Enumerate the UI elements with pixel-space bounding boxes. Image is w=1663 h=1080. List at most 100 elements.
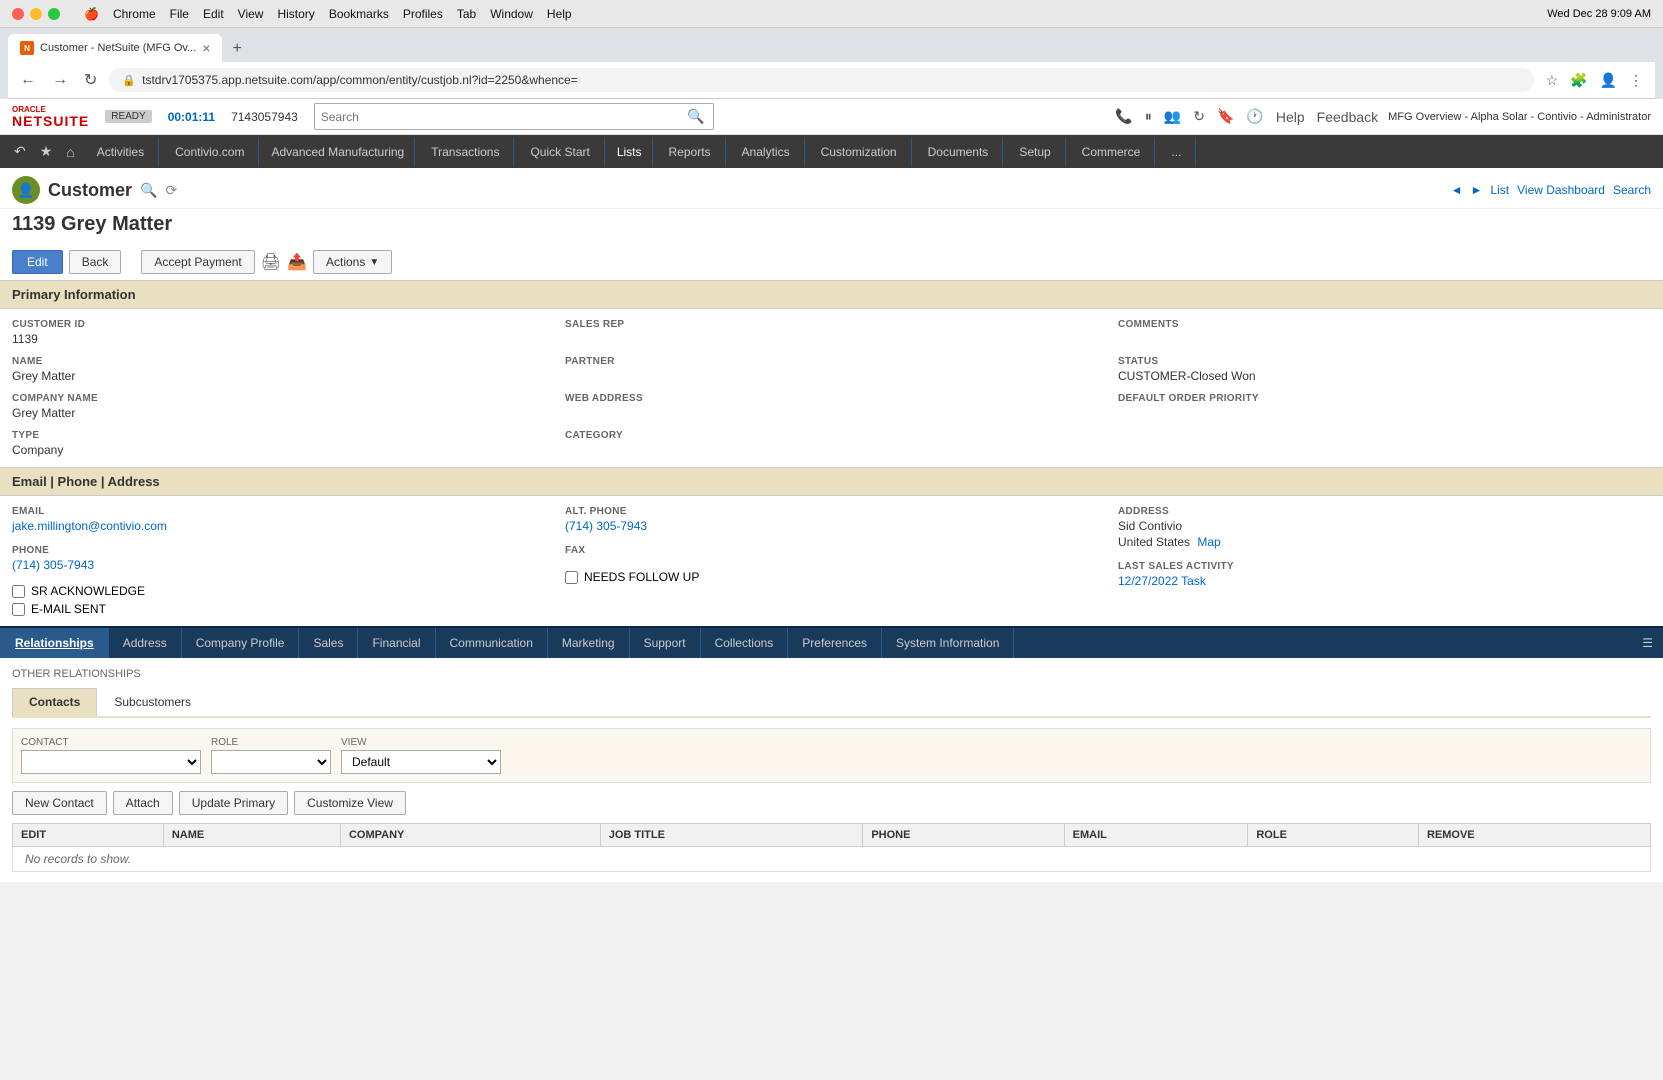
profile-btn[interactable]: 👤 xyxy=(1596,68,1621,93)
mac-menu-chrome[interactable]: Chrome xyxy=(113,7,156,21)
minimize-dot[interactable] xyxy=(30,8,42,20)
tab-close-btn[interactable]: × xyxy=(202,40,210,56)
action-buttons-bar: Edit Back Accept Payment 🖨 📤 Actions ▼ xyxy=(0,244,1663,280)
tab-address[interactable]: Address xyxy=(109,628,182,658)
mac-menu-apple[interactable]: 🍎 xyxy=(84,7,99,21)
email-sent-checkbox[interactable] xyxy=(12,603,25,616)
send-icon[interactable]: 📤 xyxy=(287,252,307,272)
email-value[interactable]: jake.millington@contivio.com xyxy=(12,519,545,533)
tab-relationships[interactable]: Relationships xyxy=(0,628,109,658)
entity-search-icon[interactable]: 🔍 xyxy=(140,182,157,199)
more-btn[interactable]: ⋮ xyxy=(1625,68,1647,93)
print-icon[interactable]: 🖨 xyxy=(261,252,281,272)
tab-support[interactable]: Support xyxy=(630,628,701,658)
home-nav-icon[interactable]: ⌂ xyxy=(60,136,80,168)
contacts-icon-btn[interactable]: 👥 xyxy=(1162,106,1183,127)
prev-record-btn[interactable]: ◄ xyxy=(1451,183,1463,197)
back-button[interactable]: Back xyxy=(69,250,122,274)
refresh-icon-btn[interactable]: ↻ xyxy=(1191,106,1207,127)
tab-company-profile[interactable]: Company Profile xyxy=(182,628,300,658)
nav-commerce[interactable]: Commerce xyxy=(1068,137,1156,167)
maximize-dot[interactable] xyxy=(48,8,60,20)
mac-menu-file[interactable]: File xyxy=(170,7,189,21)
global-search-input[interactable] xyxy=(321,110,686,124)
bookmark-icon-btn[interactable]: 🔖 xyxy=(1215,106,1236,127)
name-label: NAME xyxy=(12,356,545,367)
attach-button[interactable]: Attach xyxy=(113,791,173,815)
tab-financial[interactable]: Financial xyxy=(358,628,435,658)
mac-menu-edit[interactable]: Edit xyxy=(203,7,224,21)
sub-tab-subcustomers[interactable]: Subcustomers xyxy=(97,688,208,716)
new-tab-button[interactable]: + xyxy=(224,36,249,62)
entity-refresh-icon[interactable]: ⟳ xyxy=(165,182,177,199)
search-link[interactable]: Search xyxy=(1613,183,1651,197)
contact-select[interactable] xyxy=(21,750,201,774)
tab-marketing[interactable]: Marketing xyxy=(548,628,630,658)
close-dot[interactable] xyxy=(12,8,24,20)
star-nav-icon[interactable]: ★ xyxy=(34,135,59,168)
mac-menu-view[interactable]: View xyxy=(238,7,264,21)
nav-advanced-manufacturing[interactable]: Advanced Manufacturing xyxy=(261,137,415,167)
nav-more[interactable]: ... xyxy=(1157,137,1196,167)
forward-button[interactable]: → xyxy=(48,67,72,93)
sub-tab-contacts[interactable]: Contacts xyxy=(12,688,97,716)
tab-sales[interactable]: Sales xyxy=(299,628,358,658)
mac-menu-tab[interactable]: Tab xyxy=(457,7,476,21)
address-bar[interactable]: 🔒 tstdrv1705375.app.netsuite.com/app/com… xyxy=(109,68,1533,92)
phone-value[interactable]: (714) 305-7943 xyxy=(12,558,545,572)
netsuite-text: NETSUITE xyxy=(12,114,89,128)
accept-payment-button[interactable]: Accept Payment xyxy=(141,250,254,274)
nav-documents[interactable]: Documents xyxy=(914,137,1004,167)
sr-acknowledge-label: SR ACKNOWLEDGE xyxy=(31,584,145,598)
next-record-btn[interactable]: ► xyxy=(1471,183,1483,197)
role-select[interactable] xyxy=(211,750,331,774)
nav-customization[interactable]: Customization xyxy=(807,137,912,167)
view-dashboard-link[interactable]: View Dashboard xyxy=(1517,183,1605,197)
nav-analytics[interactable]: Analytics xyxy=(728,137,805,167)
chrome-tab-active[interactable]: N Customer - NetSuite (MFG Ov... × xyxy=(8,34,222,62)
clock-icon-btn[interactable]: 🕐 xyxy=(1244,106,1265,127)
bookmark-btn[interactable]: ☆ xyxy=(1542,68,1563,93)
new-contact-button[interactable]: New Contact xyxy=(12,791,107,815)
help-btn[interactable]: Help xyxy=(1274,107,1307,127)
mac-menu-window[interactable]: Window xyxy=(490,7,533,21)
back-nav-icon[interactable]: ↶ xyxy=(8,135,32,168)
needs-follow-up-checkbox[interactable] xyxy=(565,571,578,584)
mac-menu-help[interactable]: Help xyxy=(547,7,572,21)
global-search-bar[interactable]: 🔍 xyxy=(314,103,714,130)
nav-reports[interactable]: Reports xyxy=(655,137,726,167)
tab-bar-menu-icon[interactable]: ☰ xyxy=(1632,630,1663,656)
nav-lists[interactable]: Lists xyxy=(607,137,653,167)
timer-display: 00:01:11 xyxy=(168,110,215,124)
reload-button[interactable]: ↻ xyxy=(80,66,101,94)
mac-menu-bookmarks[interactable]: Bookmarks xyxy=(329,7,389,21)
pause-icon-btn[interactable]: ⏸ xyxy=(1143,106,1154,127)
tab-preferences[interactable]: Preferences xyxy=(788,628,882,658)
nav-activities[interactable]: Activities xyxy=(83,137,159,167)
alt-phone-value[interactable]: (714) 305-7943 xyxy=(565,519,1098,533)
actions-dropdown-button[interactable]: Actions ▼ xyxy=(313,250,392,274)
map-link[interactable]: Map xyxy=(1197,535,1220,549)
nav-setup[interactable]: Setup xyxy=(1005,137,1065,167)
tab-communication[interactable]: Communication xyxy=(436,628,548,658)
edit-button[interactable]: Edit xyxy=(12,250,63,274)
nav-transactions[interactable]: Transactions xyxy=(417,137,514,167)
phone-icon-btn[interactable]: 📞 xyxy=(1113,106,1134,127)
extensions-btn[interactable]: 🧩 xyxy=(1566,68,1591,93)
back-button[interactable]: ← xyxy=(16,67,40,93)
mac-menu-history[interactable]: History xyxy=(277,7,314,21)
tab-collections[interactable]: Collections xyxy=(701,628,789,658)
customize-view-button[interactable]: Customize View xyxy=(294,791,406,815)
nav-contivio[interactable]: Contivio.com xyxy=(161,137,259,167)
global-search-btn[interactable]: 🔍 xyxy=(685,106,706,127)
view-select[interactable]: Default xyxy=(341,750,501,774)
tab-system-information[interactable]: System Information xyxy=(882,628,1014,658)
feedback-btn[interactable]: Feedback xyxy=(1315,107,1380,127)
col-email: EMAIL xyxy=(1064,824,1248,847)
list-link[interactable]: List xyxy=(1490,183,1509,197)
sr-acknowledge-checkbox[interactable] xyxy=(12,585,25,598)
nav-quick-start[interactable]: Quick Start xyxy=(516,137,604,167)
mac-menu-profiles[interactable]: Profiles xyxy=(403,7,443,21)
last-sales-activity-value[interactable]: 12/27/2022 Task xyxy=(1118,574,1651,588)
update-primary-button[interactable]: Update Primary xyxy=(179,791,288,815)
